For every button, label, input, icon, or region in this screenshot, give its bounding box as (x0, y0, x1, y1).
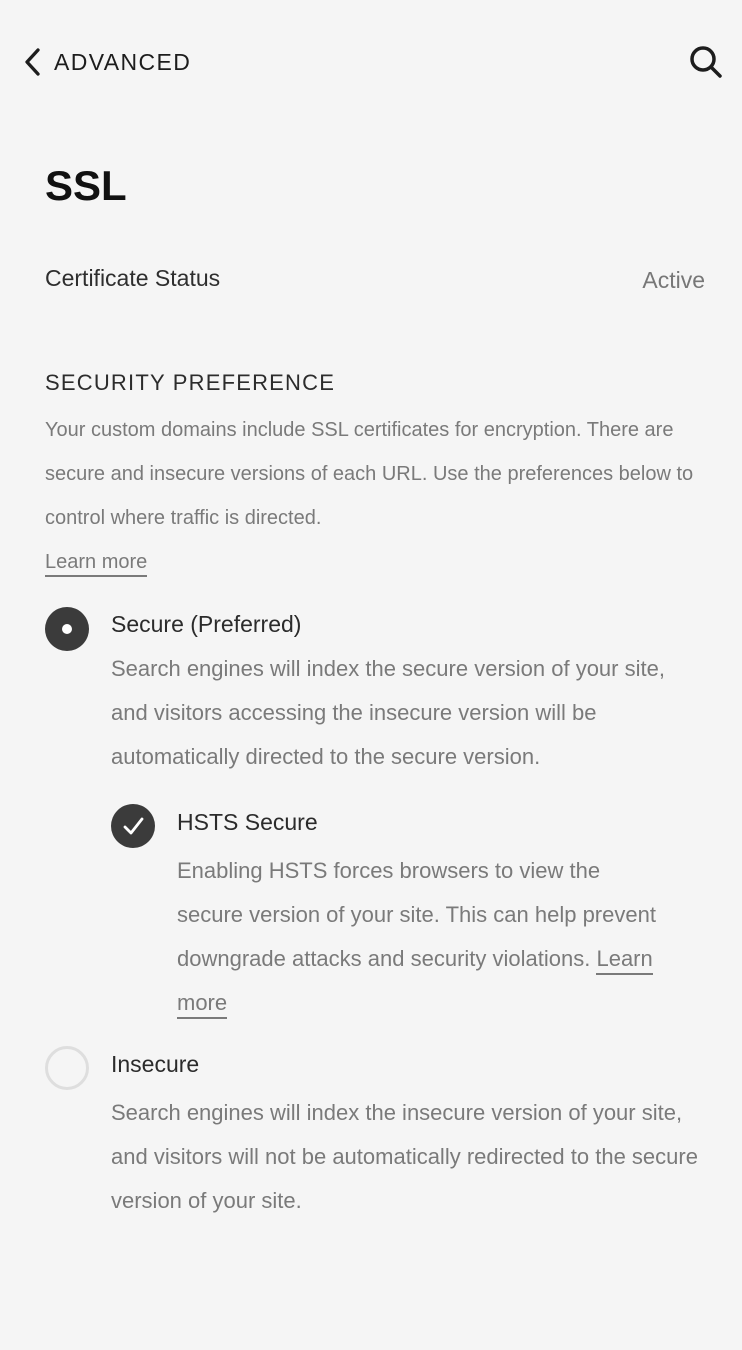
insecure-option: Insecure Search engines will index the i… (45, 1046, 705, 1214)
search-button[interactable] (688, 44, 724, 80)
certificate-status-row: Certificate Status Active (45, 258, 705, 298)
certificate-status-label: Certificate Status (45, 264, 221, 291)
hsts-secure-label[interactable]: HSTS Secure (177, 809, 318, 836)
security-description: Your custom domains include SSL certific… (45, 408, 700, 584)
back-button[interactable]: ADVANCED (22, 42, 191, 82)
page-title: SSL (45, 162, 127, 209)
search-icon (688, 44, 724, 80)
insecure-option-description: Search engines will index the insecure v… (111, 1100, 698, 1213)
hsts-checkbox[interactable] (111, 804, 155, 848)
hsts-secure-description: Enabling HSTS forces browsers to view th… (177, 849, 672, 1025)
learn-more-link[interactable]: Learn more (45, 551, 148, 577)
chevron-left-icon (22, 46, 44, 78)
insecure-radio[interactable] (45, 1046, 89, 1090)
hsts-description-text: Enabling HSTS forces browsers to view th… (177, 858, 656, 971)
secure-radio[interactable] (45, 607, 89, 651)
top-navigation-bar: ADVANCED (0, 0, 742, 124)
security-preference-heading: SECURITY PREFERENCE (45, 370, 336, 395)
insecure-option-label[interactable]: Insecure (111, 1051, 199, 1078)
secure-option: Secure (Preferred) Search engines will i… (45, 607, 705, 777)
certificate-status-value: Active (642, 267, 705, 293)
secure-option-description: Search engines will index the secure ver… (111, 656, 665, 769)
secure-option-label[interactable]: Secure (Preferred) (111, 611, 301, 638)
security-description-text: Your custom domains include SSL certific… (45, 419, 694, 529)
radio-selected-dot (62, 624, 72, 634)
back-label: ADVANCED (54, 48, 192, 75)
hsts-secure-option: HSTS Secure Enabling HSTS forces browser… (111, 804, 671, 1020)
checkmark-icon (111, 804, 155, 848)
